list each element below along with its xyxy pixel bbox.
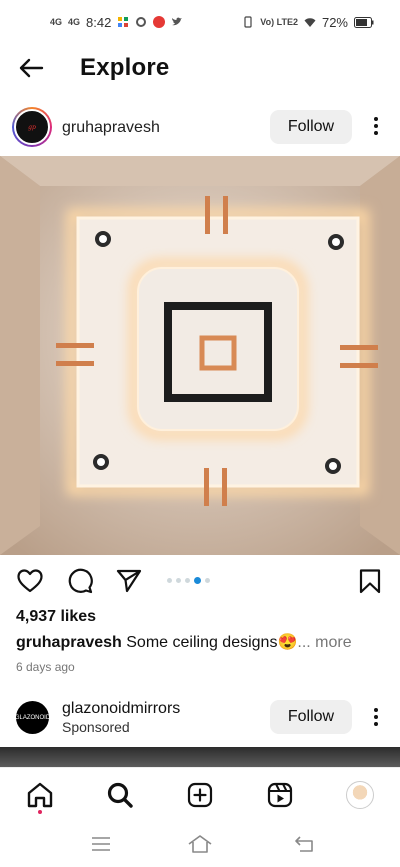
post-avatar[interactable]: gp — [12, 107, 52, 147]
post-actions — [0, 562, 400, 598]
post-image[interactable] — [0, 156, 400, 555]
bottom-nav — [0, 767, 400, 821]
system-nav-bar — [0, 821, 400, 867]
page-title: Explore — [80, 54, 170, 81]
sponsor-avatar[interactable]: GLAZONOID — [15, 701, 50, 734]
sponsor-follow-button[interactable]: Follow — [270, 700, 352, 734]
search-icon — [107, 782, 133, 808]
post-header: gp gruhapravesh Follow — [0, 104, 400, 152]
top-bar: Explore — [0, 44, 400, 92]
nav-search[interactable] — [105, 780, 135, 810]
carousel-dot — [167, 578, 172, 583]
carousel-dot-active — [194, 577, 201, 584]
nav-reels[interactable] — [265, 780, 295, 810]
follow-button[interactable]: Follow — [270, 110, 352, 144]
home-notification-dot — [38, 810, 42, 814]
vibrate-icon — [244, 16, 252, 28]
nav-profile[interactable] — [345, 780, 375, 810]
menu-icon[interactable] — [88, 833, 114, 855]
create-icon — [187, 782, 213, 808]
carousel-dot — [185, 578, 190, 583]
avatar-logo: gp — [28, 123, 36, 131]
home-outline-icon[interactable] — [187, 833, 213, 855]
nav-home[interactable] — [25, 780, 55, 810]
network-indicator-2: 4G — [68, 17, 81, 27]
post-timestamp: 6 days ago — [16, 660, 75, 674]
battery-percent: 72% — [321, 14, 348, 30]
heart-icon[interactable] — [16, 567, 44, 595]
bookmark-icon[interactable] — [356, 567, 384, 595]
reels-icon — [267, 782, 293, 808]
clock: 8:42 — [86, 14, 112, 30]
volte-indicator: Vo) LTE2 — [260, 17, 298, 27]
comment-icon[interactable] — [66, 567, 94, 595]
jio-notification-icon — [153, 16, 166, 28]
wifi-icon — [304, 18, 316, 27]
chrome-notification-icon — [136, 17, 147, 27]
nav-create[interactable] — [185, 780, 215, 810]
sponsored-image-preview[interactable] — [0, 747, 400, 767]
app-notification-icon — [118, 17, 129, 27]
caption-more-link[interactable]: ... more — [297, 634, 351, 651]
carousel-dot — [205, 578, 210, 583]
post-options-icon[interactable] — [366, 112, 386, 140]
sponsor-username[interactable]: glazonoidmirrors — [62, 700, 180, 718]
sponsored-post-header: GLAZONOID glazonoidmirrors Sponsored Fol… — [0, 696, 400, 740]
carousel-dot — [176, 578, 181, 583]
likes-count[interactable]: 4,937 likes — [16, 608, 96, 626]
post-caption: gruhapravesh Some ceiling designs😍... mo… — [16, 632, 386, 652]
sponsored-label: Sponsored — [62, 719, 130, 735]
home-icon — [27, 782, 53, 808]
profile-avatar — [346, 781, 374, 809]
carousel-indicator — [167, 577, 210, 584]
arrow-left-icon — [19, 58, 44, 78]
share-icon[interactable] — [115, 567, 143, 595]
caption-username[interactable]: gruhapravesh — [16, 634, 122, 651]
status-bar: 4G 4G 8:42 Vo) LTE2 72% — [0, 0, 400, 44]
ceiling-design-photo — [0, 156, 400, 555]
back-icon[interactable] — [292, 833, 318, 855]
back-button[interactable] — [16, 54, 46, 82]
battery-icon — [354, 16, 374, 28]
post-username[interactable]: gruhapravesh — [62, 119, 160, 137]
sponsor-options-icon[interactable] — [366, 703, 386, 731]
twitter-notification-icon — [172, 17, 183, 26]
network-indicator: 4G — [50, 17, 63, 27]
caption-text: Some ceiling designs😍 — [121, 634, 298, 651]
